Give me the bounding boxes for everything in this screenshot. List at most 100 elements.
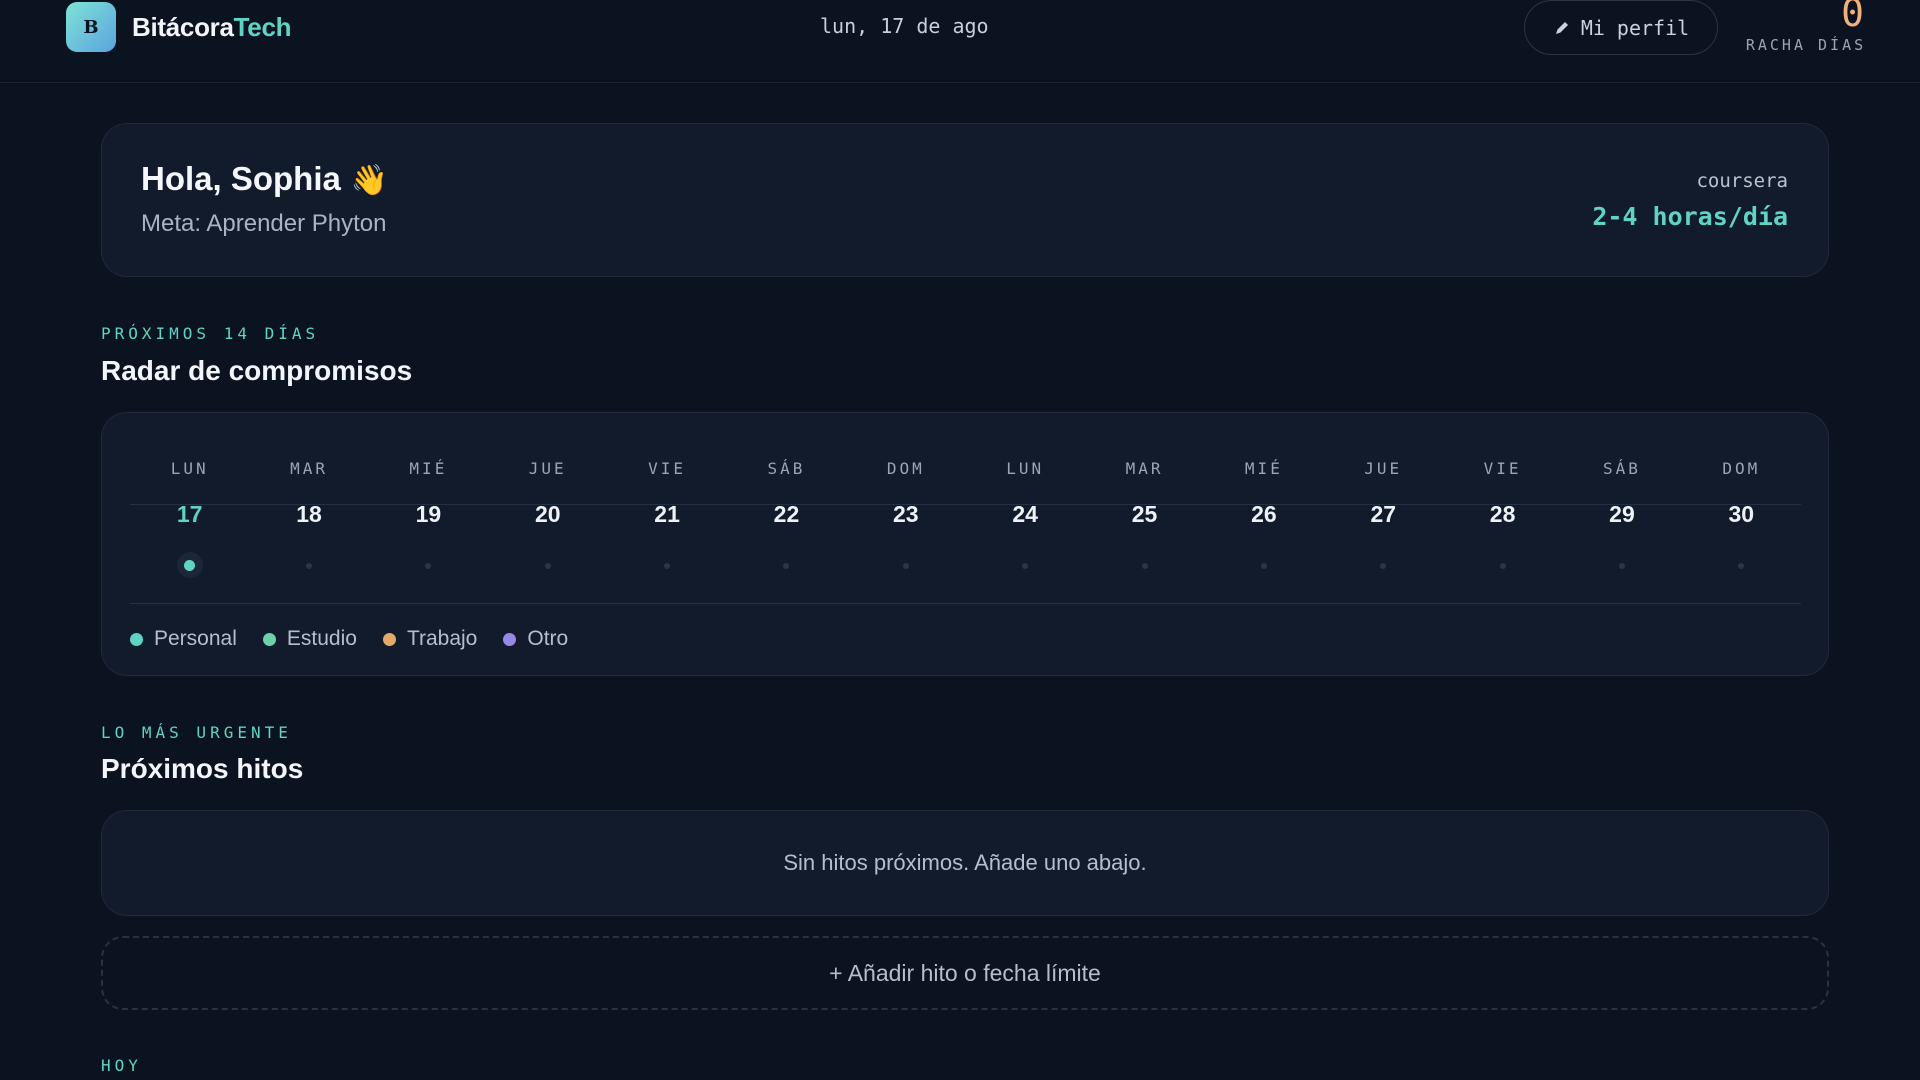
today-marker-icon <box>176 552 203 578</box>
day-marker-icon <box>1499 563 1506 569</box>
greeting-title: Hola, Sophia 👋 <box>141 160 388 198</box>
day-number: 21 <box>654 501 680 527</box>
day-number: 27 <box>1370 501 1397 527</box>
app-name: BitácoraTech <box>132 11 292 43</box>
day-number: 17 <box>176 501 203 527</box>
day-marker-icon <box>1141 563 1148 569</box>
day-of-week: JUE <box>1364 459 1403 478</box>
today-eyebrow: HOY <box>101 1056 142 1075</box>
day-number: 24 <box>1012 501 1038 527</box>
day-of-week: MIÉ <box>1244 459 1283 478</box>
day-of-week: VIE <box>1483 459 1522 478</box>
radar-day[interactable]: MAR 18 <box>249 455 368 605</box>
goal-text: Meta: Aprender Phyton <box>141 210 387 237</box>
day-marker-icon <box>1738 563 1745 569</box>
greeting-text: Hola, Sophia <box>141 160 341 197</box>
radar-day[interactable]: LUN 24 <box>965 455 1084 605</box>
radar-day[interactable]: MIÉ 26 <box>1204 455 1323 605</box>
learning-source: coursera <box>1696 170 1788 192</box>
radar-day[interactable]: SÁB 29 <box>1562 455 1681 605</box>
radar-legend: Personal Estudio Trabajo Otro <box>130 627 568 651</box>
commitments-radar: LUN 17 MAR 18 MIÉ 19 JUE 20 VIE 21 SÁB 22 DOM 23 LUN 24… <box>101 412 1829 676</box>
top-bar: B BitácoraTech lun, 17 de ago Mi perfil … <box>0 0 1920 83</box>
radar-day[interactable]: JUE 27 <box>1324 455 1443 605</box>
legend-item: Estudio <box>262 627 357 651</box>
day-number: 18 <box>296 501 322 527</box>
radar-day[interactable]: SÁB 22 <box>727 455 846 605</box>
radar-day[interactable]: DOM 23 <box>846 455 965 605</box>
wave-icon: 👋 <box>350 164 389 197</box>
profile-button[interactable]: Mi perfil <box>1524 0 1718 55</box>
day-number: 23 <box>893 501 919 527</box>
day-marker-icon <box>1022 563 1029 569</box>
day-number: 20 <box>534 501 561 527</box>
day-marker-icon <box>902 563 909 569</box>
radar-day[interactable]: MIÉ 19 <box>369 455 488 605</box>
day-marker-icon <box>1260 563 1267 569</box>
legend-label: Otro <box>527 627 569 650</box>
milestones-eyebrow: LO MÁS URGENTE <box>101 723 292 742</box>
day-of-week: SÁB <box>767 459 806 478</box>
day-number: 19 <box>415 501 442 527</box>
streak-label: RACHA DÍAS <box>1745 36 1867 54</box>
legend-swatch <box>503 632 517 646</box>
legend-swatch <box>382 632 396 646</box>
day-marker-icon <box>425 563 432 569</box>
radar-eyebrow: PRÓXIMOS 14 DÍAS <box>101 324 320 343</box>
empty-message: Sin hitos próximos. Añade uno abajo. <box>783 850 1147 875</box>
day-number: 22 <box>773 501 800 527</box>
day-marker-icon <box>664 563 671 569</box>
day-of-week: MIÉ <box>409 459 448 478</box>
day-of-week: JUE <box>528 459 567 478</box>
day-number: 28 <box>1489 501 1516 527</box>
streak-counter: 0 RACHA DÍAS <box>1744 0 1868 54</box>
radar-title: Radar de compromisos <box>101 355 413 386</box>
day-of-week: DOM <box>886 459 925 478</box>
radar-day[interactable]: VIE 28 <box>1443 455 1562 605</box>
app-name-primary: Bitácora <box>132 11 234 42</box>
daily-hours: 2-4 horas/día <box>1592 202 1788 231</box>
day-of-week: SÁB <box>1603 459 1641 478</box>
milestones-empty-state: Sin hitos próximos. Añade uno abajo. <box>101 810 1829 916</box>
day-of-week: LUN <box>170 459 209 478</box>
radar-day[interactable]: DOM 30 <box>1682 455 1801 605</box>
radar-divider <box>130 603 1801 604</box>
streak-value: 0 <box>1841 0 1864 35</box>
legend-label: Estudio <box>286 627 357 650</box>
day-of-week: VIE <box>648 459 687 478</box>
day-number: 30 <box>1728 501 1755 527</box>
pencil-icon <box>1555 21 1568 34</box>
app-name-accent: Tech <box>233 11 292 42</box>
legend-label: Personal <box>154 627 237 650</box>
legend-item: Trabajo <box>382 627 478 651</box>
day-of-week: LUN <box>1006 459 1045 478</box>
day-number: 26 <box>1251 501 1277 527</box>
day-number: 25 <box>1131 501 1158 527</box>
milestones-title: Próximos hitos <box>101 753 304 784</box>
day-of-week: DOM <box>1722 459 1761 478</box>
profile-button-label: Mi perfil <box>1580 15 1690 40</box>
brand[interactable]: B BitácoraTech <box>66 2 292 52</box>
day-marker-icon <box>1380 563 1387 569</box>
greeting-card: Hola, Sophia 👋 Meta: Aprender Phyton cour… <box>101 123 1829 277</box>
current-date: lun, 17 de ago <box>820 14 989 38</box>
radar-day[interactable]: MAR 25 <box>1085 455 1204 605</box>
day-number: 29 <box>1609 501 1635 527</box>
day-of-week: MAR <box>290 459 328 478</box>
add-milestone-button[interactable]: + Añadir hito o fecha límite <box>101 936 1829 1010</box>
day-marker-icon <box>544 563 551 569</box>
legend-swatch <box>130 632 143 646</box>
legend-item: Otro <box>503 627 568 651</box>
radar-day[interactable]: JUE 20 <box>488 455 607 605</box>
legend-swatch <box>262 632 276 646</box>
day-of-week: MAR <box>1125 459 1164 478</box>
day-marker-icon <box>783 563 790 569</box>
radar-day[interactable]: LUN 17 <box>130 455 249 605</box>
radar-day[interactable]: VIE 21 <box>607 455 726 605</box>
radar-days: LUN 17 MAR 18 MIÉ 19 JUE 20 VIE 21 SÁB 22 DOM 23 LUN 24… <box>130 455 1801 605</box>
day-marker-icon <box>1618 563 1625 569</box>
day-marker-icon <box>306 563 313 569</box>
legend-item: Personal <box>130 627 237 651</box>
app-logo: B <box>66 2 116 52</box>
legend-label: Trabajo <box>406 627 478 650</box>
